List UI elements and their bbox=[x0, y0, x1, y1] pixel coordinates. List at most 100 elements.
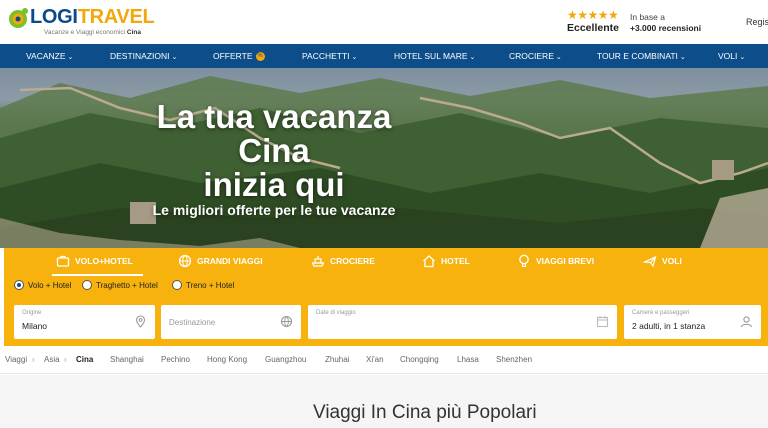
rating-label: Eccellente bbox=[567, 22, 619, 34]
city-link-chongqing[interactable]: Chongqing bbox=[400, 355, 439, 364]
rating-note-line2: +3.000 recensioni bbox=[630, 23, 702, 33]
radio-unselected-icon bbox=[172, 279, 182, 290]
chevron-right-icon: › bbox=[32, 355, 35, 364]
ship-icon bbox=[311, 255, 325, 267]
radio-unselected-icon bbox=[82, 279, 92, 290]
tab-label: GRANDI VIAGGI bbox=[197, 256, 263, 266]
user-icon bbox=[740, 316, 753, 328]
logo-wordmark[interactable]: LOGITRAVEL bbox=[30, 6, 155, 29]
balloon-icon bbox=[519, 254, 529, 267]
breadcrumb-cina: Cina bbox=[76, 355, 94, 364]
origin-label: Origine bbox=[22, 310, 42, 316]
travel-dates-label: Date di viaggio bbox=[316, 310, 356, 316]
breadcrumb-asia[interactable]: Asia bbox=[44, 355, 60, 364]
location-pin-icon bbox=[135, 315, 146, 328]
tab-grandi-viaggi[interactable]: GRANDI VIAGGI bbox=[178, 248, 263, 276]
rooms-label: Camere e passeggeri bbox=[632, 310, 690, 316]
nav-item-pacchetti[interactable]: PACCHETTI ⌄ bbox=[302, 44, 357, 68]
chevron-down-icon: ⌄ bbox=[739, 54, 746, 61]
breadcrumb-viaggi[interactable]: Viaggi bbox=[5, 355, 27, 364]
destination-field[interactable]: Destinazione bbox=[161, 305, 301, 339]
nav-label: DESTINAZIONI bbox=[110, 51, 170, 61]
city-link-shenzhen[interactable]: Shenzhen bbox=[496, 355, 532, 364]
tab-crociere[interactable]: CROCIERE bbox=[311, 248, 375, 276]
globe-icon bbox=[178, 254, 192, 267]
globe-icon bbox=[280, 315, 293, 328]
radio-treno-hotel[interactable]: Treno + Hotel bbox=[172, 279, 235, 292]
hero-heading-line2: Cina bbox=[238, 132, 310, 169]
tagline-bold: Cina bbox=[126, 29, 141, 36]
city-link-hong-kong[interactable]: Hong Kong bbox=[207, 355, 247, 364]
tab-volo-hotel[interactable]: VOLO+HOTEL bbox=[52, 248, 143, 276]
city-link-lhasa[interactable]: Lhasa bbox=[457, 355, 479, 364]
nav-label: VOLI bbox=[718, 51, 738, 61]
travel-dates-field[interactable]: Date di viaggio bbox=[308, 305, 617, 339]
house-icon bbox=[423, 254, 435, 267]
rooms-value: 2 adulti, in 1 stanza bbox=[632, 321, 706, 331]
nav-label: HOTEL SUL MARE bbox=[394, 51, 468, 61]
rooms-passengers-field[interactable]: Camere e passeggeri 2 adulti, in 1 stanz… bbox=[624, 305, 761, 339]
city-link-shanghai[interactable]: Shanghai bbox=[110, 355, 144, 364]
main-content: Viaggi In Cina più Popolari bbox=[0, 375, 768, 428]
nav-label: OFFERTE bbox=[213, 51, 253, 61]
search-tabs: VOLO+HOTEL GRANDI VIAGGI CROCIERE HOTEL … bbox=[4, 248, 768, 276]
nav-label: TOUR E COMBINATI bbox=[597, 51, 678, 61]
chevron-right-icon: › bbox=[64, 355, 67, 364]
tab-label: HOTEL bbox=[441, 256, 470, 266]
nav-label: VACANZE bbox=[26, 51, 66, 61]
tab-viaggi-brevi[interactable]: VIAGGI BREVI bbox=[517, 248, 594, 276]
chevron-down-icon: ⌄ bbox=[555, 54, 562, 61]
suitcase-icon bbox=[56, 255, 70, 267]
radio-traghetto-hotel[interactable]: Traghetto + Hotel bbox=[82, 279, 158, 292]
city-link-xian[interactable]: Xi'an bbox=[366, 355, 384, 364]
city-link-zhuhai[interactable]: Zhuhai bbox=[325, 355, 349, 364]
chevron-down-icon: ⌄ bbox=[679, 54, 686, 61]
rating-note-line1: In base a bbox=[630, 12, 665, 22]
turtle-logo-icon[interactable] bbox=[6, 6, 30, 30]
search-panel: VOLO+HOTEL GRANDI VIAGGI CROCIERE HOTEL … bbox=[4, 248, 768, 346]
nav-label: CROCIERE bbox=[509, 51, 554, 61]
tab-voli[interactable]: VOLI bbox=[643, 248, 682, 276]
radio-label: Treno + Hotel bbox=[186, 281, 235, 290]
tab-label: VIAGGI BREVI bbox=[536, 256, 595, 266]
nav-item-crociere[interactable]: CROCIERE ⌄ bbox=[509, 44, 562, 68]
hero-heading-line1: La tua vacanza bbox=[156, 98, 392, 135]
site-header: LOGITRAVEL Vacanze e Viaggi economici Ci… bbox=[0, 0, 768, 44]
plane-icon bbox=[643, 255, 657, 268]
destination-placeholder: Destinazione bbox=[169, 318, 216, 327]
hero-heading-line3: inizia qui bbox=[203, 166, 345, 203]
main-nav: VACANZE ⌄ DESTINAZIONI ⌄ OFFERTE% PACCHETT… bbox=[0, 44, 768, 68]
nav-item-voli[interactable]: VOLI ⌄ bbox=[718, 44, 745, 68]
radio-volo-hotel[interactable]: Volo + Hotel bbox=[14, 279, 72, 292]
breadcrumb: Viaggi › Asia › Cina Shanghai Pechino Ho… bbox=[0, 346, 768, 374]
hero-banner: La tua vacanza Cina inizia qui Le miglio… bbox=[0, 68, 768, 248]
register-link[interactable]: Regis bbox=[746, 17, 768, 27]
radio-selected-icon bbox=[14, 279, 24, 290]
tab-hotel[interactable]: HOTEL bbox=[422, 248, 470, 276]
logo-part-travel: TRAVEL bbox=[77, 6, 155, 28]
logo-part-logi: LOGI bbox=[30, 6, 78, 28]
tab-label: VOLI bbox=[662, 256, 682, 266]
nav-item-tour-e-combinati[interactable]: TOUR E COMBINATI ⌄ bbox=[597, 44, 686, 68]
nav-item-offerte[interactable]: OFFERTE% bbox=[213, 44, 265, 68]
nav-item-vacanze[interactable]: VACANZE ⌄ bbox=[26, 44, 73, 68]
section-title: Viaggi In Cina più Popolari bbox=[313, 402, 537, 423]
rating-stars-icon: ★★★★★ bbox=[567, 8, 619, 22]
nav-label: PACCHETTI bbox=[302, 51, 350, 61]
logo-tagline: Vacanze e Viaggi economici Cina bbox=[44, 29, 141, 36]
chevron-down-icon: ⌄ bbox=[351, 54, 358, 61]
chevron-down-icon: ⌄ bbox=[67, 54, 74, 61]
radio-label: Traghetto + Hotel bbox=[96, 281, 158, 290]
tagline-text: Vacanze e Viaggi economici bbox=[44, 29, 126, 36]
radio-label: Volo + Hotel bbox=[28, 281, 72, 290]
tab-label: CROCIERE bbox=[330, 256, 375, 266]
percent-badge-icon: % bbox=[255, 52, 265, 62]
city-link-guangzhou[interactable]: Guangzhou bbox=[265, 355, 306, 364]
nav-item-hotel-sul-mare[interactable]: HOTEL SUL MARE ⌄ bbox=[394, 44, 475, 68]
city-link-pechino[interactable]: Pechino bbox=[161, 355, 190, 364]
origin-field[interactable]: Origine Milano bbox=[14, 305, 155, 339]
nav-item-destinazioni[interactable]: DESTINAZIONI ⌄ bbox=[110, 44, 177, 68]
chevron-down-icon: ⌄ bbox=[171, 54, 178, 61]
origin-value: Milano bbox=[22, 321, 48, 331]
rating-note: In base a +3.000 recensioni bbox=[630, 12, 701, 34]
